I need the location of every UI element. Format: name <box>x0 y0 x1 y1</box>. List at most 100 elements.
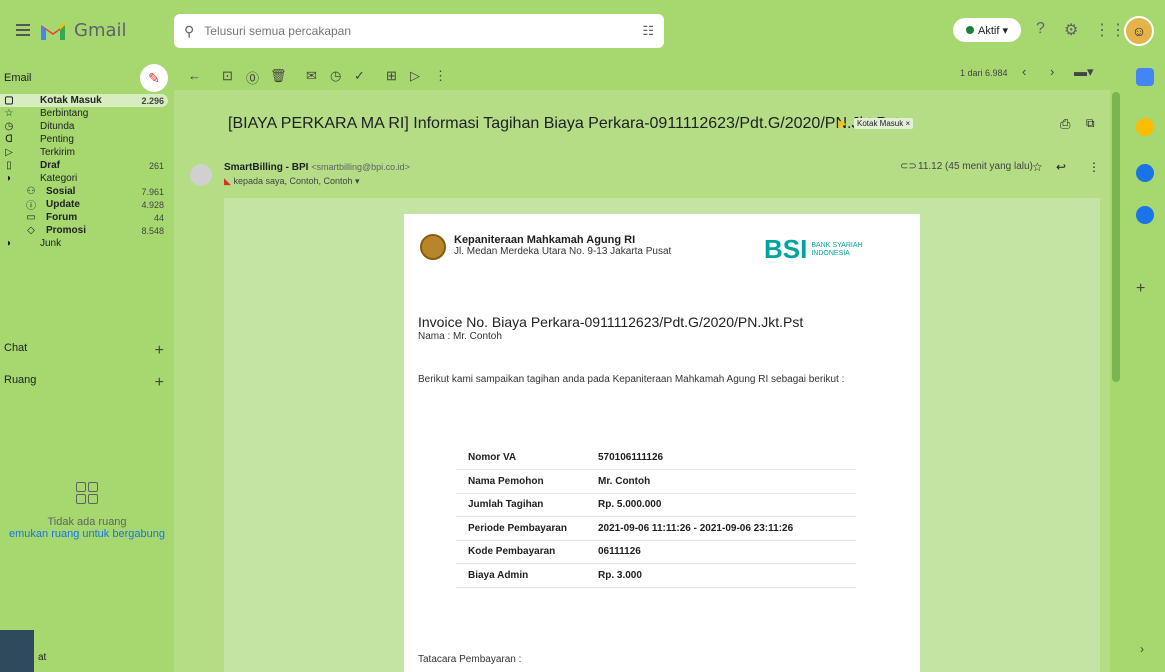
sidebar-item-junk[interactable]: ◗ Junk <box>0 237 168 250</box>
label-icon[interactable]: ▷ <box>410 68 420 84</box>
compose-pencil-icon[interactable]: ✎ <box>140 64 168 92</box>
add-addon-plus-icon[interactable]: + <box>1136 280 1145 298</box>
sidebar-item-count: 261 <box>148 160 164 171</box>
report-spam-icon[interactable]: ⓪ <box>246 68 259 87</box>
prev-message-icon[interactable]: ‹ <box>1022 64 1026 79</box>
chat-tab-label[interactable]: at <box>38 652 46 663</box>
status-dropdown[interactable]: Aktif ▾ <box>953 18 1021 42</box>
rooms-section-label: Ruang <box>4 374 37 386</box>
sidebar-item-label: Junk <box>40 238 62 249</box>
sidebar-item-label: Terkirim <box>40 147 75 158</box>
print-icon[interactable]: ⎙ <box>1060 116 1070 132</box>
contacts-icon[interactable] <box>1136 206 1154 224</box>
mark-unread-icon[interactable]: ✉ <box>306 68 317 84</box>
attachment-icon: ⊂⊃ <box>900 161 917 172</box>
move-to-icon[interactable]: ⊞ <box>386 68 397 84</box>
scrollbar[interactable] <box>1112 92 1120 382</box>
sidebar-item-label: Promosi <box>46 225 87 236</box>
sidebar-item-draf[interactable]: ▯ Draf 261 <box>0 159 168 172</box>
account-avatar[interactable]: ☺ <box>1124 16 1154 46</box>
gmail-logo[interactable]: Gmail <box>40 20 127 41</box>
help-icon[interactable]: ? <box>1036 20 1045 38</box>
detail-value: Mr. Contoh <box>586 469 856 494</box>
sidebar-item-promosi[interactable]: ◇ Promosi 8.548 <box>0 224 168 237</box>
sidebar-item-update[interactable]: ⓘ Update 4.928 <box>0 198 168 212</box>
sidebar-item-forum[interactable]: ▭ Forum 44 <box>0 211 168 224</box>
invoice-detail-row: Kode Pembayaran 06111126 <box>456 540 856 564</box>
input-tools-icon[interactable]: ▬▾ <box>1074 64 1094 80</box>
reply-icon[interactable]: ↩ <box>1056 160 1066 174</box>
detail-value: Rp. 5.000.000 <box>586 493 856 517</box>
pager-text: 1 dari 6.984 <box>960 68 1008 78</box>
organization-name: Kepaniteraan Mahkamah Agung RI <box>454 234 636 246</box>
recipients-text[interactable]: kepada saya, Contoh, Contoh ▾ <box>233 176 359 186</box>
search-bar[interactable]: ⚲ ☷ <box>174 14 664 48</box>
keep-icon[interactable] <box>1136 118 1154 136</box>
calendar-icon[interactable] <box>1136 68 1154 86</box>
more-options-icon[interactable]: ⋮ <box>434 68 447 84</box>
recipients-line[interactable]: ◣ kepada saya, Contoh, Contoh ▾ <box>224 176 360 187</box>
send-icon: ▷ <box>5 147 13 158</box>
chat-tab-icon[interactable] <box>0 630 34 672</box>
bank-logo-sub2: INDONESIA <box>811 249 850 257</box>
expand-panel-icon[interactable]: › <box>1140 642 1144 656</box>
organization-address: Jl. Medan Merdeka Utara No. 9-13 Jakarta… <box>454 246 672 257</box>
tag-icon: ◇ <box>27 225 35 236</box>
sidebar-item-terkirim[interactable]: ▷ Terkirim <box>0 146 168 159</box>
open-new-window-icon[interactable]: ⧉ <box>1086 116 1095 131</box>
star-message-icon[interactable]: ☆ <box>1032 160 1043 174</box>
invoice-detail-row: Nomor VA 570106111126 <box>456 446 856 470</box>
sidebar-item-label: Kotak Masuk <box>40 95 102 106</box>
important-icon: ᗡ <box>5 134 13 145</box>
clock-icon: ◷ <box>4 121 14 132</box>
court-seal-logo <box>420 234 446 260</box>
search-options-icon[interactable]: ☷ <box>642 23 654 39</box>
message-more-icon[interactable]: ⋮ <box>1088 160 1100 174</box>
sender-name[interactable]: SmartBilling - BPI <box>224 162 308 173</box>
main-menu-icon[interactable] <box>16 24 30 39</box>
invoice-detail-row: Nama Pemohon Mr. Contoh <box>456 469 856 494</box>
sidebar-item-penting[interactable]: ᗡ Penting <box>0 133 168 146</box>
rooms-section-header[interactable]: Ruang + <box>4 374 164 392</box>
detail-label: Nama Pemohon <box>456 469 586 494</box>
detail-label: Biaya Admin <box>456 563 586 588</box>
search-icon[interactable]: ⚲ <box>184 23 194 40</box>
sidebar-item-ditunda[interactable]: ◷ Ditunda <box>0 120 168 133</box>
sidebar-item-kategori[interactable]: ◗ Kategori <box>0 172 168 185</box>
search-input[interactable] <box>194 24 643 38</box>
invoice-detail-row: Biaya Admin Rp. 3.000 <box>456 563 856 588</box>
important-marker-icon[interactable]: ▶ <box>838 117 846 130</box>
status-dot-icon <box>966 26 974 34</box>
back-arrow-icon[interactable]: ← <box>188 68 201 83</box>
sidebar-item-label: Update <box>46 199 80 210</box>
new-room-plus-icon[interactable]: + <box>155 374 164 392</box>
empty-rooms-panel: Tidak ada ruang emukan ruang untuk berga… <box>0 482 174 540</box>
next-message-icon[interactable]: › <box>1050 64 1054 79</box>
sidebar-item-kotak-masuk[interactable]: ▢ Kotak Masuk 2.296 <box>0 94 168 107</box>
archive-icon[interactable]: ⊡ <box>222 68 233 84</box>
side-panel-rail: + › <box>1124 60 1165 672</box>
find-rooms-link[interactable]: emukan ruang untuk bergabung <box>0 528 174 540</box>
sender-avatar[interactable] <box>190 164 212 186</box>
detail-value: 570106111126 <box>586 446 856 470</box>
add-task-icon[interactable]: ✓ <box>354 68 365 84</box>
email-body: Kepaniteraan Mahkamah Agung RI Jl. Medan… <box>224 198 1100 672</box>
detail-value: 06111126 <box>586 540 856 564</box>
chat-section-header[interactable]: Chat + <box>4 342 164 360</box>
label-icon: ◗ <box>5 173 13 184</box>
new-chat-plus-icon[interactable]: + <box>155 342 164 360</box>
inbox-label-chip[interactable]: Kotak Masuk × <box>854 118 914 129</box>
detail-label: Periode Pembayaran <box>456 516 586 541</box>
apps-grid-icon[interactable]: ⋮⋮ <box>1094 20 1126 40</box>
tasks-icon[interactable] <box>1136 164 1154 182</box>
settings-gear-icon[interactable]: ⚙ <box>1064 20 1078 40</box>
delete-icon[interactable]: 🗑 <box>270 68 287 84</box>
sidebar-item-berbintang[interactable]: ☆ Berbintang <box>0 107 168 120</box>
detail-label: Kode Pembayaran <box>456 540 586 564</box>
bank-logo-text: BSI <box>764 234 808 264</box>
sidebar-item-label: Forum <box>46 212 78 223</box>
sender-line: SmartBilling - BPI <smartbilling@bpi.co.… <box>224 162 410 173</box>
bank-logo: BSI BANK SYARIAH INDONESIA <box>764 234 863 265</box>
draft-icon: ▯ <box>6 160 12 171</box>
snooze-icon[interactable]: ◷ <box>330 68 341 84</box>
